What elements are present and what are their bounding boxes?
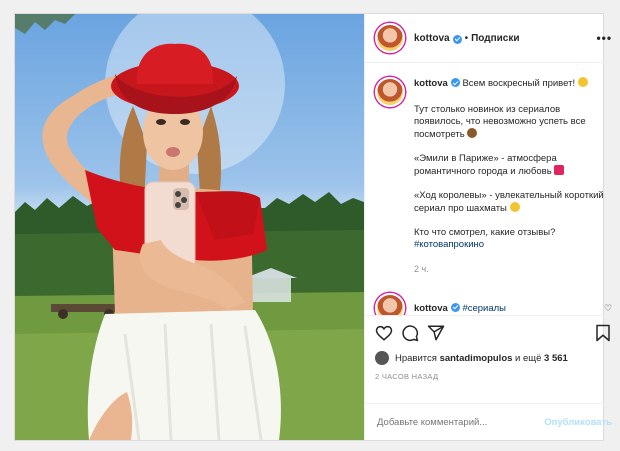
caption-text: kottova Всем воскресный привет! Тут стол…	[414, 77, 604, 275]
likes-middle: и ещё	[515, 352, 542, 364]
caption-para4: «Ход королевы» - увлекательный короткий …	[414, 190, 604, 214]
post-date[interactable]: 2 ЧАСОВ НАЗАД	[365, 366, 620, 386]
caption-para3: «Эмили в Париже» - атмосфера романтичног…	[414, 153, 557, 177]
likes-line: Нравится santadimopulos и ещё 3 561	[365, 350, 620, 366]
comment-username[interactable]: kottova	[414, 303, 448, 314]
likes-user[interactable]: santadimopulos	[440, 353, 513, 364]
caption-para5: Кто что смотрел, какие отзывы?	[414, 227, 556, 238]
likes-prefix: Нравится	[395, 352, 437, 364]
comments-area: kottova Всем воскресный привет! Тут стол…	[365, 63, 620, 316]
avatar[interactable]	[375, 23, 405, 53]
shrug-emoji-icon	[467, 128, 478, 138]
more-icon[interactable]: •••	[596, 31, 612, 45]
smile-emoji-icon	[577, 77, 588, 87]
action-bar	[365, 316, 620, 350]
publish-button[interactable]: Опубликовать	[544, 417, 612, 428]
comment-input[interactable]	[375, 415, 545, 429]
red-heart-emoji-icon	[554, 165, 565, 175]
post-photo[interactable]	[15, 14, 364, 440]
caption: kottova Всем воскресный привет! Тут стол…	[375, 77, 612, 275]
comment-like-heart-icon[interactable]: ♡	[604, 303, 612, 314]
comment-item: kottova #сериалы ♡	[375, 293, 612, 315]
header-username[interactable]: kottova	[414, 33, 450, 44]
header-separator: •	[464, 32, 469, 44]
verified-badge-icon	[450, 302, 460, 312]
heart-icon[interactable]	[375, 324, 393, 342]
share-icon[interactable]	[427, 324, 445, 342]
verified-badge-icon	[450, 78, 460, 87]
avatar[interactable]	[375, 351, 389, 365]
following-button[interactable]: Подписки	[471, 33, 519, 44]
caption-time-ago[interactable]: 2 ч.	[414, 263, 604, 275]
comment-hashtag[interactable]: #сериалы	[462, 303, 506, 314]
likes-count[interactable]: 3 561	[544, 353, 568, 364]
avatar[interactable]	[375, 77, 405, 107]
post-side-panel: kottova • Подписки ••• kottova Всем воск…	[364, 14, 620, 440]
comment-icon[interactable]	[401, 324, 419, 342]
caption-line1: Всем воскресный привет!	[462, 78, 576, 89]
avatar[interactable]	[375, 293, 405, 315]
caption-hashtag[interactable]: #котовапрокино	[414, 239, 484, 250]
bookmark-icon[interactable]	[594, 324, 612, 342]
add-comment-bar: Опубликовать	[365, 403, 620, 440]
post-header: kottova • Подписки •••	[365, 14, 620, 63]
comment-text: kottova #сериалы	[414, 302, 604, 315]
verified-badge-icon	[452, 34, 462, 44]
photo-illustration	[15, 14, 364, 440]
instagram-post: kottova • Подписки ••• kottova Всем воск…	[14, 13, 620, 441]
caption-username[interactable]: kottova	[414, 78, 448, 89]
caption-para2: Тут столько новинок из сериалов появилос…	[414, 104, 586, 140]
smile-emoji-icon	[509, 202, 520, 212]
